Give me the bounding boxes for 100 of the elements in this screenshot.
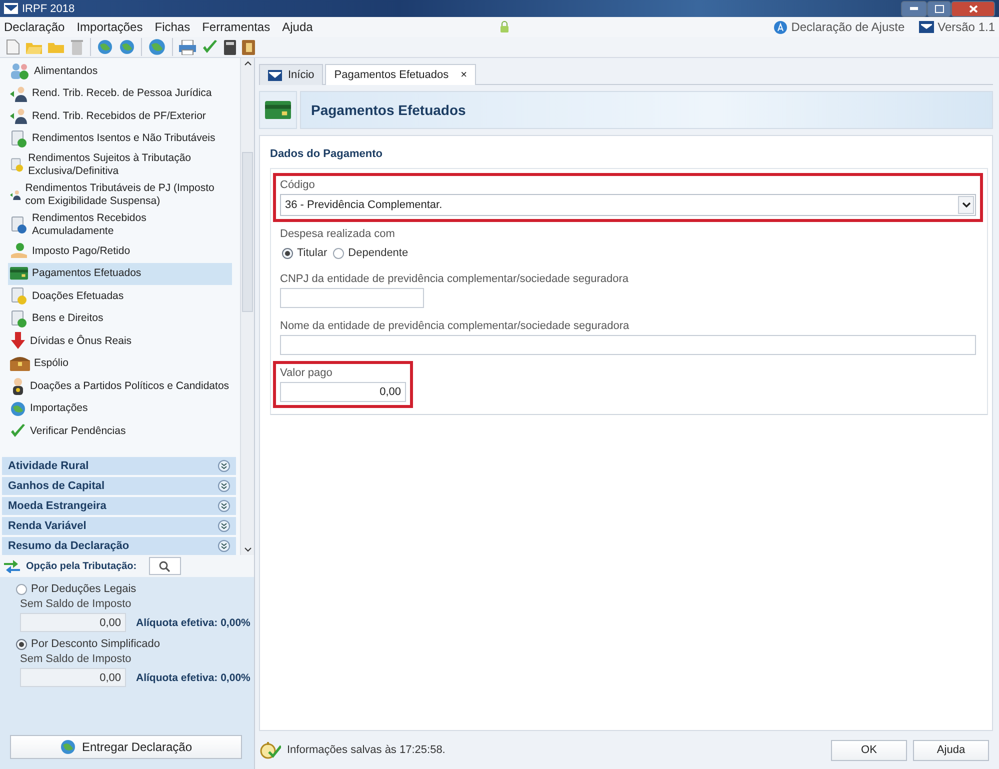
caption: Sem Saldo de Imposto <box>19 598 132 610</box>
radio-option[interactable]: Dependente <box>333 247 408 259</box>
sidebar-item[interactable]: Rendimentos Tributáveis de PJ (Imposto com Exigibilidade Suspensa) <box>8 180 232 210</box>
section-header[interactable]: Ganhos de Capital <box>2 477 236 495</box>
search-button[interactable] <box>148 557 181 575</box>
sidebar-item[interactable]: Verificar Pendências <box>8 420 232 442</box>
menu-item[interactable]: Importações <box>76 20 143 34</box>
menu-item[interactable]: Ajuda <box>282 20 313 34</box>
sidebar-item[interactable]: Rend. Trib. Recebidos de PF/Exterior <box>8 105 232 128</box>
field-label: Nome da entidade de previdência complementar/sociedade seguradora <box>280 320 630 332</box>
section-header[interactable]: Moeda Estrangeira <box>2 497 236 515</box>
arrow-down-icon <box>10 332 26 350</box>
header-label: Versão 1.1 <box>918 20 995 34</box>
close-button[interactable] <box>951 0 995 16</box>
sidebar-item[interactable]: Rendimentos Sujeitos à Tributação Exclusiva/Definitiva <box>8 150 232 180</box>
chest-icon <box>10 356 30 372</box>
lock-icon <box>500 21 509 33</box>
expand-icon[interactable] <box>218 540 230 552</box>
app-icon <box>4 3 18 14</box>
card-icon <box>10 267 28 280</box>
radio-option[interactable]: Por Desconto Simplificado <box>16 638 254 650</box>
scroll-up-icon[interactable] <box>244 60 252 66</box>
field-label: Despesa realizada com <box>280 228 396 240</box>
expand-icon[interactable] <box>218 500 230 512</box>
radio-option[interactable]: Por Deduções Legais <box>16 583 254 595</box>
expand-icon[interactable] <box>218 460 230 472</box>
code-dropdown[interactable]: 36 - Previdência Complementar. <box>280 194 976 216</box>
printer-icon[interactable] <box>179 40 196 54</box>
people-icon <box>10 62 30 80</box>
scroll-thumb[interactable] <box>242 152 253 312</box>
close-button[interactable]: × <box>460 69 468 81</box>
scroll-down-icon[interactable] <box>244 547 252 553</box>
sidebar-item[interactable]: Imposto Pago/Retido <box>8 240 232 262</box>
window-title: IRPF 2018 <box>22 2 75 14</box>
caption: Sem Saldo de Imposto <box>19 653 132 665</box>
swap-arrows-icon <box>4 559 20 573</box>
minimize-button[interactable] <box>901 0 927 16</box>
sidebar-item[interactable]: Rendimentos Recebidos Acumuladamente <box>8 210 232 240</box>
app-icon <box>268 70 282 80</box>
checkmark-icon <box>10 423 26 440</box>
sidebar-item[interactable]: Espólio <box>8 352 232 375</box>
field-label: Valor pago <box>280 367 334 379</box>
search-icon <box>159 560 170 572</box>
input-field[interactable] <box>280 288 424 308</box>
sidebar-item[interactable]: Rend. Trib. Receb. de Pessoa Jurídica <box>8 82 232 105</box>
amount-field: 0,00 <box>20 668 126 687</box>
document-icon <box>10 310 28 328</box>
book-icon[interactable] <box>242 40 255 54</box>
new-file-icon[interactable] <box>6 39 20 55</box>
header-label: Declaração de Ajuste <box>774 20 905 34</box>
document-icon <box>10 130 28 148</box>
status-text: Informações salvas às 17:25:58. <box>287 744 446 756</box>
section-header[interactable]: Resumo da Declaração <box>2 537 236 555</box>
tab[interactable]: Início <box>259 64 324 85</box>
sidebar-item[interactable]: Dívidas e Ônus Reais <box>8 330 232 352</box>
menu-item[interactable]: Declaração <box>4 20 65 34</box>
document-icon <box>10 216 28 234</box>
sidebar-item[interactable]: Doações a Partidos Políticos e Candidatos <box>8 375 232 398</box>
sidebar-item[interactable]: Alimentandos <box>8 60 232 82</box>
submit-button[interactable]: Entregar Declaração <box>10 735 242 759</box>
globe-icon <box>10 400 26 417</box>
rate-label: Alíquota efetiva: 0,00% <box>136 672 250 684</box>
sidebar-item[interactable]: Importações <box>8 398 232 420</box>
card-icon <box>265 100 291 120</box>
section-header[interactable]: Renda Variável <box>2 517 236 535</box>
dialog-button[interactable]: Ajuda <box>913 740 989 760</box>
expand-icon[interactable] <box>218 520 230 532</box>
radio-option[interactable]: Titular <box>282 247 328 259</box>
person-icon <box>10 107 28 126</box>
person-icon <box>10 84 28 103</box>
menu-item[interactable]: Fichas <box>154 20 190 34</box>
section-title: Dados do Pagamento <box>270 147 384 162</box>
person-icon <box>10 377 26 396</box>
sidebar-item[interactable]: Rendimentos Isentos e Não Tributáveis <box>8 128 232 150</box>
app-icon <box>918 21 934 33</box>
caret-icon <box>962 202 970 208</box>
tab[interactable]: Pagamentos Efetuados × <box>325 64 476 85</box>
amount-field: 0,00 <box>20 613 126 632</box>
sidebar-item[interactable]: Doações Efetuadas <box>8 285 232 308</box>
amount-field[interactable]: 0,00 <box>280 382 406 402</box>
sidebar-item[interactable]: Pagamentos Efetuados <box>8 262 232 285</box>
checkmark-icon <box>202 39 218 55</box>
menu-item[interactable]: Ferramentas <box>202 20 270 34</box>
rate-label: Alíquota efetiva: 0,00% <box>136 616 250 628</box>
calculator-icon[interactable] <box>224 40 236 54</box>
globe-icon <box>148 38 166 56</box>
input-field[interactable] <box>280 335 976 355</box>
field-label: Código <box>280 179 316 191</box>
globe-icon <box>60 739 76 755</box>
stopwatch-check-icon <box>259 741 281 759</box>
panel-title: Opção pela Tributação: <box>26 560 137 572</box>
letter-circle-icon <box>774 20 788 34</box>
sidebar-item[interactable]: Bens e Direitos <box>8 308 232 330</box>
maximize-button[interactable] <box>927 0 951 16</box>
dialog-button[interactable]: OK <box>831 740 907 760</box>
minimize-icon <box>910 7 918 10</box>
section-header[interactable]: Atividade Rural <box>2 457 236 475</box>
page-title: Pagamentos Efetuados <box>300 91 993 129</box>
document-icon <box>10 287 28 306</box>
expand-icon[interactable] <box>218 480 230 492</box>
